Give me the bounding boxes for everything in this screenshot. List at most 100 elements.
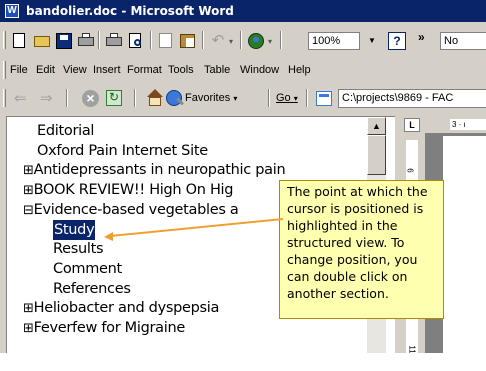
document-map-item-label: BOOK REVIEW!! High On Hig <box>33 182 234 198</box>
toolbar-separator <box>98 31 100 49</box>
horizontal-ruler: 3 · ı <box>425 116 486 134</box>
print-preview-icon <box>129 33 141 48</box>
address-field[interactable]: C:\projects\9869 - FAC <box>338 89 486 108</box>
help-icon[interactable]: ? <box>388 32 406 50</box>
toolbar-separator <box>240 31 242 49</box>
document-map-item[interactable]: Comment <box>53 259 122 279</box>
refresh-icon[interactable] <box>106 90 122 106</box>
document-map-item-label: Antidepressants in neuropathic pain <box>33 162 286 178</box>
document-map-item[interactable]: ⊞Antidepressants in neuropathic pain <box>23 160 286 180</box>
document-map-item[interactable]: Oxford Pain Internet Site <box>37 141 208 161</box>
expand-icon[interactable]: ⊞ <box>23 163 34 178</box>
document-map-item[interactable]: Editorial <box>37 121 94 141</box>
document-page[interactable] <box>443 136 486 353</box>
document-map-item[interactable]: References <box>53 279 131 299</box>
toolbar-separator <box>66 89 68 107</box>
tab-selector[interactable]: L <box>404 118 420 132</box>
document-map-item-label: Heliobacter and dyspepsia <box>33 300 220 316</box>
menu-view[interactable]: View <box>63 63 87 77</box>
menu-file[interactable]: File <box>10 63 28 77</box>
ruler-tick: 6 <box>405 168 415 173</box>
paste-icon <box>180 34 195 48</box>
document-map-item-label: Results <box>53 241 104 257</box>
favorites-menu[interactable]: Favorites ▾ <box>185 92 237 104</box>
document-map-item-label: Feverfew for Migraine <box>33 320 186 336</box>
menu-edit[interactable]: Edit <box>36 63 55 77</box>
email-icon <box>78 33 94 46</box>
standard-toolbar: ↶ ▾ ▾ 100% ▼ ? » No <box>0 28 486 54</box>
document-map-item[interactable]: ⊟Evidence-based vegetables a <box>23 200 239 220</box>
document-map-item-label: Evidence-based vegetables a <box>33 202 239 218</box>
show-only-web-toolbar-icon[interactable] <box>316 91 332 106</box>
scroll-thumb[interactable] <box>367 135 386 175</box>
scroll-up-arrow-icon[interactable]: ▲ <box>367 117 386 135</box>
undo-button[interactable]: ↶ <box>208 31 228 51</box>
expand-icon[interactable]: ⊞ <box>23 321 34 336</box>
toolbar-separator <box>150 31 152 49</box>
document-map-item[interactable]: ⊞Heliobacter and dyspepsia <box>23 298 219 318</box>
stop-icon[interactable] <box>82 90 99 107</box>
menu-table[interactable]: Table <box>204 63 230 77</box>
document-map-item-label: Comment <box>53 261 122 277</box>
window-title: bandolier.doc - Microsoft Word <box>26 4 234 18</box>
undo-dropdown-icon[interactable]: ▾ <box>229 37 233 46</box>
annotation-callout: The point at which the cursor is positio… <box>279 180 444 319</box>
zoom-field[interactable]: 100% <box>308 32 360 50</box>
menu-tools[interactable]: Tools <box>168 63 194 77</box>
open-folder-icon <box>34 36 50 47</box>
printer-icon <box>106 33 122 46</box>
style-field[interactable]: No <box>440 32 486 50</box>
web-toolbar-grip[interactable] <box>3 89 6 107</box>
document-map-item-label: Oxford Pain Internet Site <box>37 143 208 159</box>
globe-icon <box>248 33 264 49</box>
toolbar-overflow-icon[interactable]: » <box>418 30 425 44</box>
favorites-label: Favorites <box>185 92 231 104</box>
search-web-icon[interactable] <box>166 90 182 106</box>
toolbar-separator <box>202 31 204 49</box>
go-dropdown-icon: ▾ <box>293 94 298 103</box>
document-map-item[interactable]: ⊞Feverfew for Migraine <box>23 318 185 338</box>
toolbar-separator <box>306 89 308 107</box>
print-preview-button[interactable] <box>126 31 146 51</box>
ruler-tick: 11 <box>407 345 417 353</box>
menu-insert[interactable]: Insert <box>93 63 121 77</box>
email-button[interactable] <box>76 31 96 51</box>
save-disk-icon <box>56 33 72 49</box>
document-map-item-label: Study <box>54 222 95 238</box>
save-button[interactable] <box>54 31 74 51</box>
document-map-item[interactable]: Study <box>53 220 96 240</box>
toolbar-grip[interactable] <box>3 31 6 49</box>
web-dropdown-icon[interactable]: ▾ <box>268 37 272 46</box>
document-map-item[interactable]: Results <box>53 239 104 259</box>
undo-icon: ↶ <box>211 32 225 49</box>
expand-icon[interactable]: ⊞ <box>23 301 34 316</box>
toolbar-separator <box>134 89 136 107</box>
menu-help[interactable]: Help <box>288 63 311 77</box>
web-toolbar-button[interactable] <box>246 31 266 51</box>
menu-format[interactable]: Format <box>127 63 162 77</box>
web-toolbar: ⇐ ⇒ Favorites ▾ Go ▾ C:\projects\9869 - … <box>0 86 486 112</box>
toolbar-separator <box>268 89 270 107</box>
toolbar-separator <box>280 31 282 49</box>
title-bar[interactable]: W bandolier.doc - Microsoft Word <box>0 0 486 22</box>
back-arrow-icon[interactable]: ⇐ <box>14 90 27 108</box>
new-document-button[interactable] <box>10 31 30 51</box>
print-button[interactable] <box>104 31 124 51</box>
go-menu[interactable]: Go ▾ <box>276 92 298 104</box>
expand-icon[interactable]: ⊞ <box>23 183 34 198</box>
copy-button[interactable] <box>156 31 176 51</box>
document-map-item-label: References <box>53 281 131 297</box>
word-app-icon[interactable]: W <box>4 3 20 19</box>
paste-button[interactable] <box>178 31 198 51</box>
zoom-dropdown-icon[interactable]: ▼ <box>366 32 378 50</box>
collapse-icon[interactable]: ⊟ <box>23 203 34 218</box>
forward-arrow-icon[interactable]: ⇒ <box>40 90 53 108</box>
menubar-grip[interactable] <box>3 61 6 79</box>
go-label: Go <box>276 92 291 104</box>
copy-icon <box>159 33 172 48</box>
document-map-item[interactable]: ⊞BOOK REVIEW!! High On Hig <box>23 180 233 200</box>
document-map-item-label: Editorial <box>37 123 95 139</box>
home-icon[interactable] <box>146 89 164 107</box>
menu-window[interactable]: Window <box>240 63 279 77</box>
open-button[interactable] <box>32 31 52 51</box>
